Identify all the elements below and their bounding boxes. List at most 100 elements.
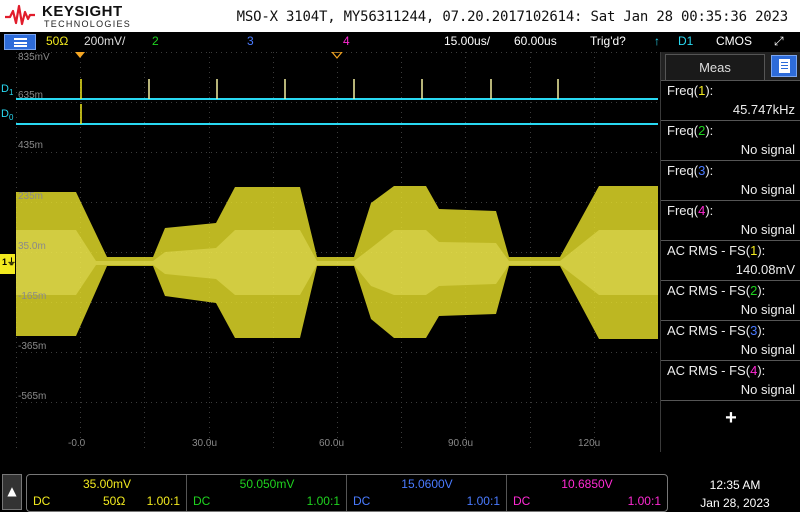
arrow-up-icon[interactable]: ▲ bbox=[2, 474, 22, 510]
x-tick-label: 60.0u bbox=[319, 438, 345, 449]
measurement-channel: 4 bbox=[698, 203, 706, 218]
waveform-display[interactable]: 835mV 635m 435m 235m 35.0m -165m -365m -… bbox=[16, 52, 658, 452]
measurement-value: No signal bbox=[740, 342, 795, 357]
measurement-channel: 3 bbox=[698, 163, 706, 178]
ch3-label[interactable]: 3 bbox=[247, 34, 254, 48]
measurement-value: 45.747kHz bbox=[732, 102, 795, 117]
measurement-channel: 2 bbox=[698, 123, 706, 138]
channel-offset: 50.050mV bbox=[239, 477, 295, 491]
x-tick-label: 120u bbox=[578, 438, 601, 449]
meas-tab[interactable]: Meas bbox=[665, 54, 765, 80]
measurement-name: Freq bbox=[667, 163, 694, 178]
brand-subtitle: TECHNOLOGIES bbox=[44, 19, 132, 29]
keysight-wave-icon bbox=[5, 4, 35, 26]
channel-probe: 1.00:1 bbox=[306, 494, 340, 508]
measurement-item[interactable]: AC RMS - FS(4): No signal bbox=[661, 360, 800, 400]
channel-coupling: DC bbox=[193, 494, 211, 508]
measurement-item[interactable]: AC RMS - FS(2): No signal bbox=[661, 280, 800, 320]
graticule-grid bbox=[16, 52, 658, 452]
waveform-svg bbox=[16, 52, 658, 452]
x-tick-label: -0.0 bbox=[68, 438, 86, 449]
measurement-value: No signal bbox=[740, 142, 795, 157]
y-tick-label: 635m bbox=[18, 90, 44, 101]
channel-coupling: DC bbox=[33, 494, 51, 508]
channel-probe: 1.00:1 bbox=[466, 494, 500, 508]
channel-probe: 1.00:1 bbox=[146, 494, 180, 508]
measurement-value: No signal bbox=[740, 222, 795, 237]
measurement-name: AC RMS - FS bbox=[667, 323, 746, 338]
channel-offset: 10.6850V bbox=[561, 477, 613, 491]
y-tick-label: -365m bbox=[18, 341, 47, 352]
measurement-item[interactable]: Freq(3): No signal bbox=[661, 160, 800, 200]
measurement-channel: 3 bbox=[750, 323, 758, 338]
measurement-item[interactable]: Freq(1): 45.747kHz bbox=[661, 80, 800, 120]
ch1-marker-label: 1 bbox=[2, 257, 8, 267]
bottom-bar: ▲ 35.00mV DC 50Ω 1.00:1 50.050mV DC 1.00:1 15.0… bbox=[0, 452, 800, 512]
y-tick-label: -565m bbox=[18, 391, 47, 402]
channel-coupling: DC bbox=[353, 494, 371, 508]
d0-marker-index: 0 bbox=[8, 113, 14, 123]
channel-menu-button[interactable] bbox=[4, 34, 36, 50]
channel-settings-strip: 35.00mV DC 50Ω 1.00:1 50.050mV DC 1.00:1 15.060… bbox=[26, 474, 668, 512]
timebase-scale[interactable]: 15.00us/ bbox=[444, 34, 490, 48]
y-tick-label: 35.0m bbox=[18, 241, 46, 252]
brand-name: KEYSIGHT bbox=[42, 3, 123, 20]
measurement-name: AC RMS - FS bbox=[667, 363, 746, 378]
ch4-label[interactable]: 4 bbox=[343, 34, 350, 48]
channel-box-2[interactable]: 50.050mV DC 1.00:1 bbox=[187, 475, 347, 511]
ch1-trace-highlight bbox=[16, 230, 658, 295]
measurement-channel: 2 bbox=[750, 283, 758, 298]
ch1-impedance[interactable]: 50Ω bbox=[46, 34, 68, 48]
clock-date: Jan 28, 2023 bbox=[700, 496, 770, 510]
trigger-time-marker bbox=[75, 52, 85, 58]
document-icon[interactable] bbox=[771, 55, 797, 77]
add-measurement-button[interactable]: + bbox=[661, 400, 800, 440]
keysight-logo: KEYSIGHT TECHNOLOGIES bbox=[4, 2, 134, 30]
y-tick-label: 435m bbox=[18, 140, 44, 151]
clock-time: 12:35 AM bbox=[709, 478, 761, 492]
measurement-panel: Meas Freq(1): 45.747kHz Freq(2): No signal F… bbox=[660, 52, 800, 452]
clock: 12:35 AM Jan 28, 2023 bbox=[680, 476, 790, 512]
measurement-name: Freq bbox=[667, 203, 694, 218]
measurement-value: 140.08mV bbox=[735, 262, 795, 277]
channel-box-1[interactable]: 35.00mV DC 50Ω 1.00:1 bbox=[27, 475, 187, 511]
measurement-channel: 4 bbox=[750, 363, 758, 378]
channel-box-3[interactable]: 15.0600V DC 1.00:1 bbox=[347, 475, 507, 511]
measurement-value: No signal bbox=[740, 182, 795, 197]
trigger-edge-icon: ↑ bbox=[654, 34, 660, 48]
ch2-label[interactable]: 2 bbox=[152, 34, 159, 48]
measurement-channel: 1 bbox=[750, 243, 758, 258]
d1-marker-index: 1 bbox=[8, 88, 14, 98]
meas-header: Meas bbox=[661, 52, 800, 80]
d1-marker[interactable]: D1 bbox=[1, 83, 13, 97]
measurement-name: AC RMS - FS bbox=[667, 283, 746, 298]
channel-offset: 15.0600V bbox=[401, 477, 453, 491]
horizontal-delay[interactable]: 60.00us bbox=[514, 34, 557, 48]
ch1-scale[interactable]: 200mV/ bbox=[84, 34, 125, 48]
measurement-item[interactable]: Freq(4): No signal bbox=[661, 200, 800, 240]
measurement-value: No signal bbox=[740, 382, 795, 397]
d0-marker-letter: D bbox=[1, 108, 9, 120]
channel-probe: 1.00:1 bbox=[627, 494, 661, 508]
x-tick-label: 90.0u bbox=[448, 438, 474, 449]
measurement-name: AC RMS - FS bbox=[667, 243, 746, 258]
measurement-item[interactable]: AC RMS - FS(1): 140.08mV bbox=[661, 240, 800, 280]
resize-icon[interactable]: ⤢ bbox=[774, 34, 784, 49]
d1-marker-letter: D bbox=[1, 83, 9, 95]
measurement-item[interactable]: AC RMS - FS(3): No signal bbox=[661, 320, 800, 360]
channel-offset: 35.00mV bbox=[82, 477, 132, 491]
ch1-ground-marker[interactable]: 1⏚ bbox=[0, 254, 16, 274]
trigger-source[interactable]: D1 bbox=[678, 34, 693, 48]
title-bar: KEYSIGHT TECHNOLOGIES MSO-X 3104T, MY563… bbox=[0, 0, 800, 32]
measurement-channel: 1 bbox=[698, 83, 706, 98]
d1-pulses bbox=[80, 79, 559, 99]
y-tick-label: 235m bbox=[18, 191, 44, 202]
channel-box-4[interactable]: 10.6850V DC 1.00:1 bbox=[507, 475, 667, 511]
channel-coupling: DC bbox=[513, 494, 531, 508]
logic-threshold[interactable]: CMOS bbox=[716, 34, 752, 48]
channel-bar: 50Ω 200mV/ 2 3 4 15.00us/ 60.00us Trig'd… bbox=[0, 32, 800, 52]
measurement-item[interactable]: Freq(2): No signal bbox=[661, 120, 800, 160]
menu-lines-icon bbox=[14, 38, 27, 47]
trigger-status: Trig'd? bbox=[590, 34, 626, 48]
d0-marker[interactable]: D0 bbox=[1, 108, 13, 122]
